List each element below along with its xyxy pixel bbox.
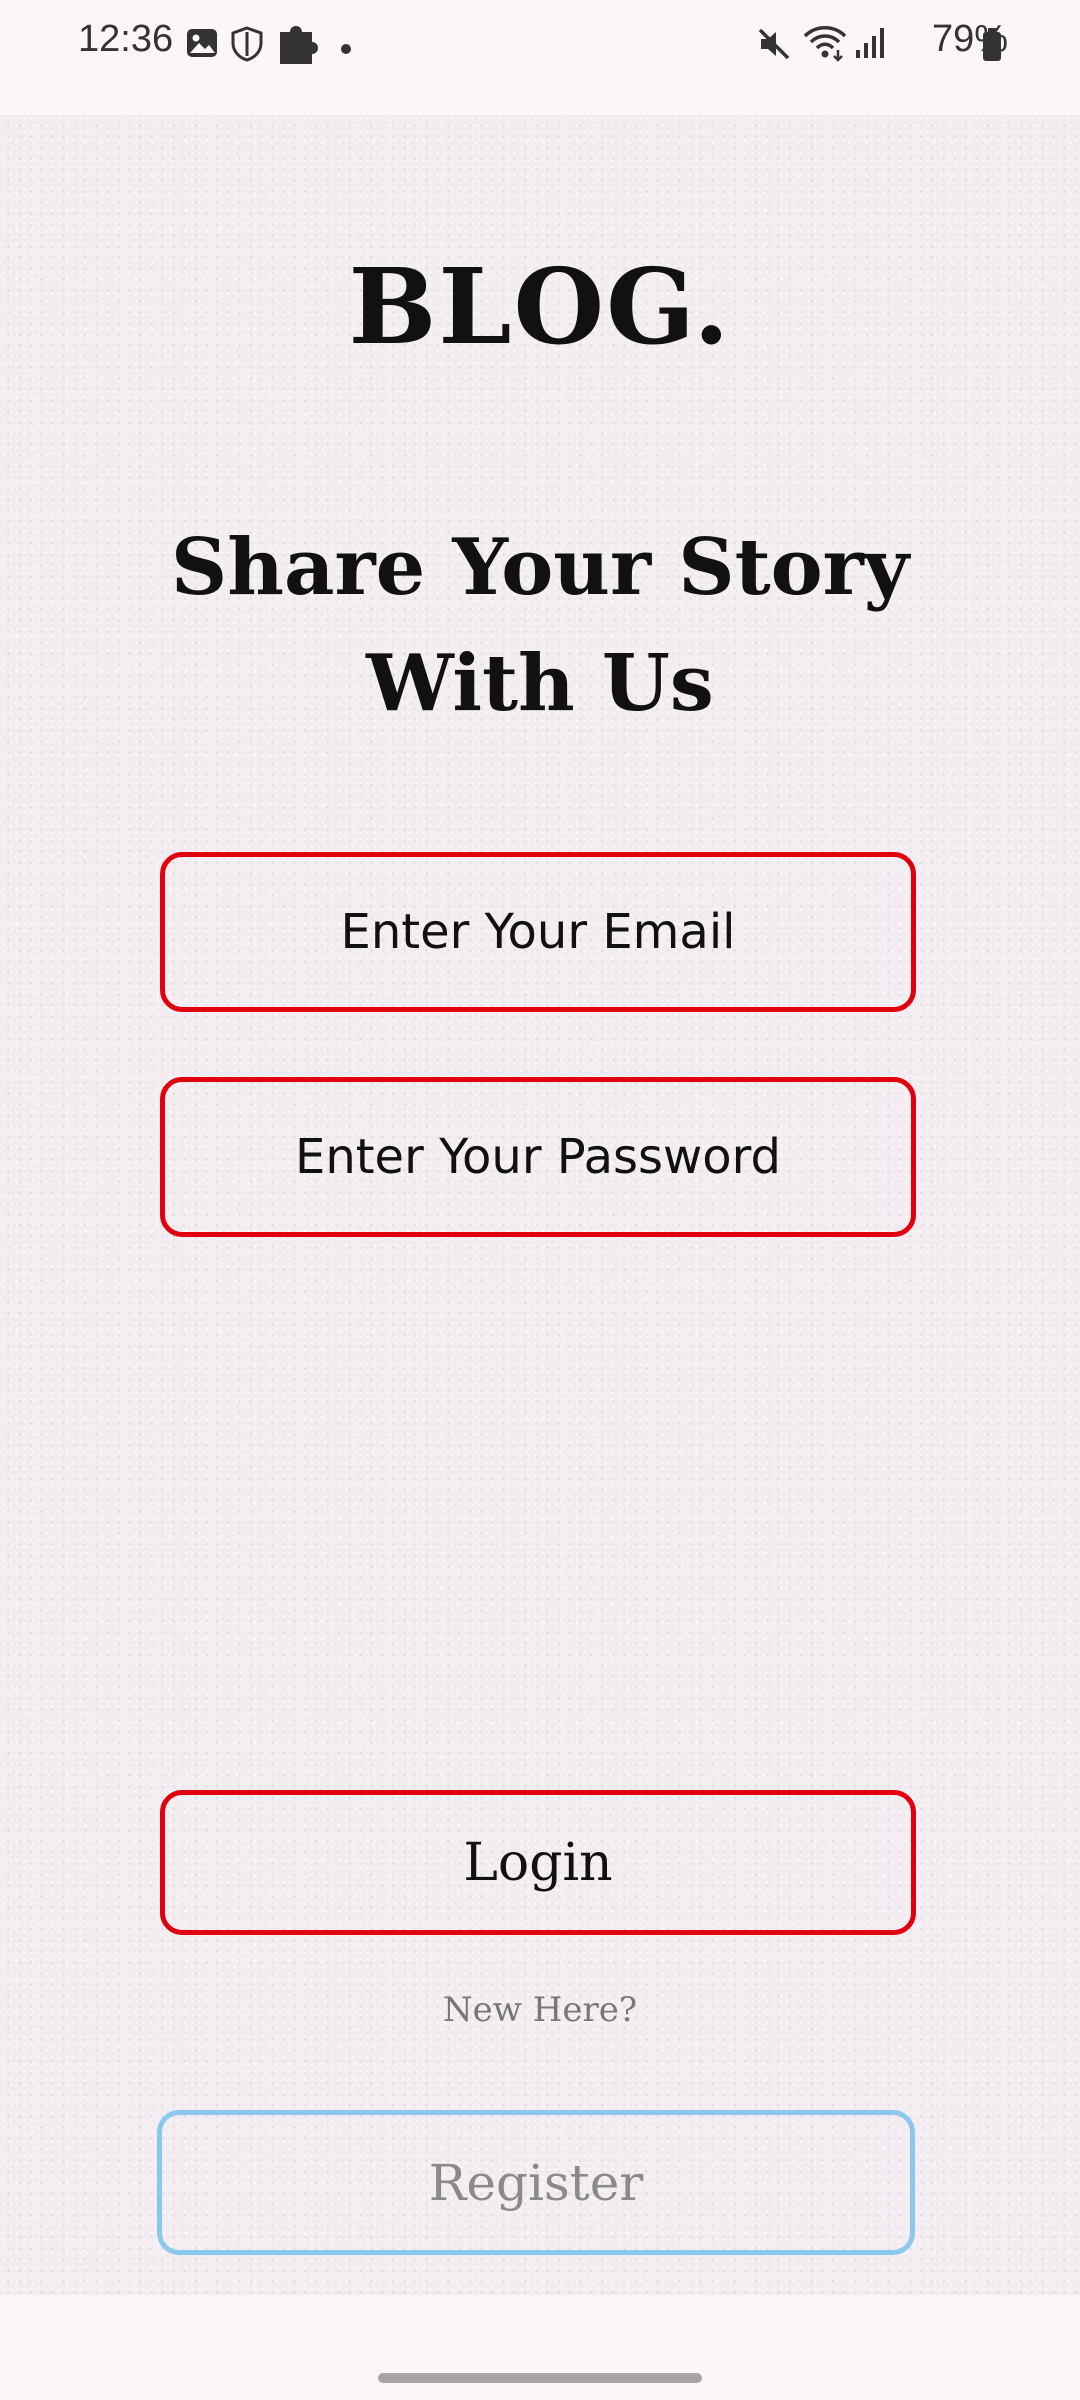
password-placeholder: Enter Your Password bbox=[294, 1129, 782, 1185]
email-placeholder: Enter Your Email bbox=[340, 904, 736, 960]
tagline-line-2: With Us bbox=[366, 638, 714, 729]
wifi-icon bbox=[802, 22, 848, 66]
gallery-icon bbox=[185, 26, 219, 64]
battery-icon bbox=[982, 28, 1002, 66]
login-button[interactable]: Login bbox=[160, 1790, 916, 1935]
email-field[interactable]: Enter Your Email bbox=[160, 852, 916, 1012]
new-here-text: New Here? bbox=[442, 1990, 638, 2030]
register-button[interactable]: Register bbox=[157, 2110, 915, 2255]
password-field[interactable]: Enter Your Password bbox=[160, 1077, 916, 1237]
mute-icon bbox=[756, 26, 792, 66]
puzzle-icon bbox=[276, 20, 318, 70]
navigation-bar bbox=[0, 2295, 1080, 2400]
app-logo: BLOG. bbox=[348, 245, 732, 368]
home-indicator[interactable] bbox=[378, 2373, 702, 2383]
status-bar: 12:36 79% bbox=[0, 0, 1080, 90]
status-time: 12:36 bbox=[78, 18, 174, 60]
login-button-label: Login bbox=[463, 1832, 613, 1893]
dot-icon bbox=[340, 40, 352, 59]
tagline-line-1: Share Your Story bbox=[170, 522, 910, 613]
register-button-label: Register bbox=[428, 2153, 644, 2212]
signal-icon bbox=[854, 26, 886, 64]
tagline: Share Your Story With Us bbox=[130, 510, 950, 742]
shield-icon bbox=[230, 26, 264, 66]
